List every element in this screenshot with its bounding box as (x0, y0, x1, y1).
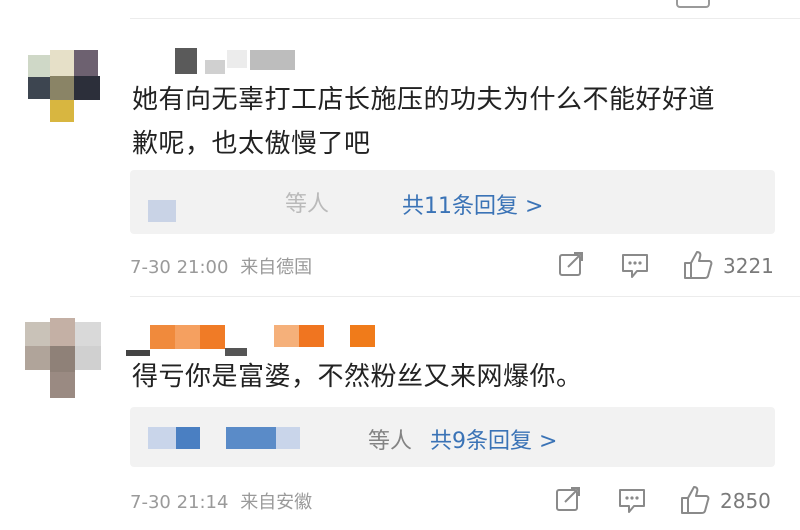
reply-blurred-text: 等人 (285, 192, 330, 217)
thumbs-up-icon[interactable] (679, 484, 711, 516)
timestamp: 7-30 21:00 (130, 257, 229, 278)
share-icon[interactable] (555, 486, 583, 514)
reply-preview[interactable]: 等人 共11条回复 > (130, 170, 775, 234)
like-count: 3221 (723, 254, 774, 278)
comment-text: 歉呢，也太傲慢了吧 (132, 129, 371, 159)
reply-preview[interactable]: 等人 共9条回复 > (130, 407, 775, 467)
comment-text: 她有向无辜打工店长施压的功夫为什么不能好好道 (132, 85, 716, 115)
like-count: 2850 (720, 489, 771, 513)
comment-icon[interactable] (617, 487, 647, 515)
reply-blurred-text: 等人 (368, 429, 413, 454)
prev-comment-icon[interactable] (676, 0, 710, 8)
location: 来自德国 (240, 257, 313, 278)
timestamp: 7-30 21:14 (130, 492, 229, 513)
comment-divider (130, 296, 800, 297)
view-replies-link[interactable]: 共9条回复 > (430, 423, 557, 455)
comment-meta: 7-30 21:14 来自安徽 (130, 488, 312, 514)
thumbs-up-icon[interactable] (682, 249, 714, 281)
share-icon[interactable] (558, 251, 586, 279)
location: 来自安徽 (240, 492, 313, 513)
comment-icon[interactable] (620, 252, 650, 280)
comment-meta: 7-30 21:00 来自德国 (130, 253, 312, 279)
view-replies-link[interactable]: 共11条回复 > (402, 188, 543, 220)
comment-text: 得亏你是富婆，不然粉丝又来网爆你。 (132, 362, 583, 392)
top-divider (130, 18, 800, 19)
